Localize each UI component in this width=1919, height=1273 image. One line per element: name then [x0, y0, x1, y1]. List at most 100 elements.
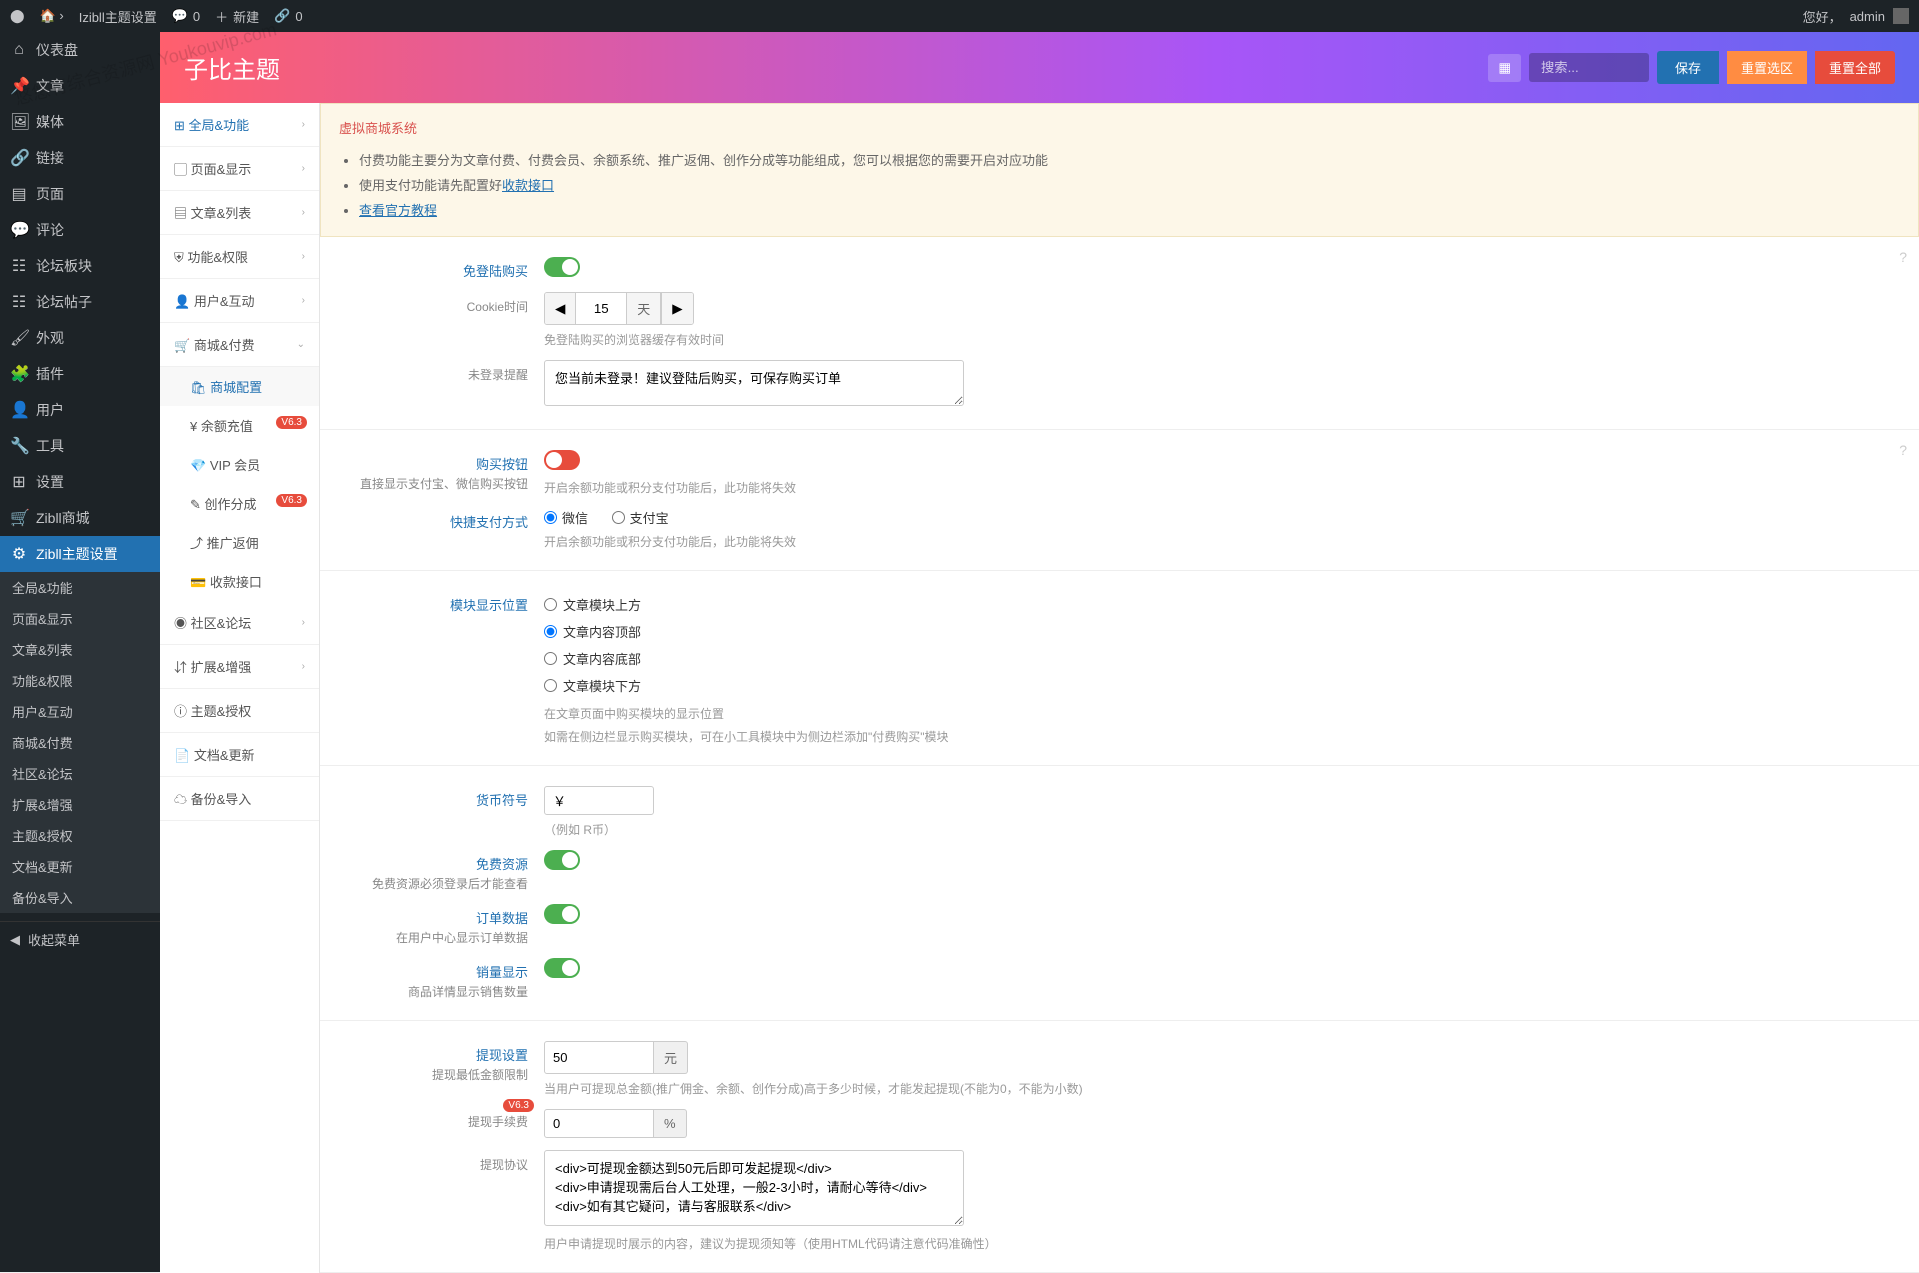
menu-forum-board[interactable]: ☷论坛板块 — [0, 248, 160, 284]
submenu-mall-pay[interactable]: 商城&付费 — [0, 727, 160, 758]
reset-all-button[interactable]: 重置全部 — [1815, 51, 1895, 84]
nav-backup[interactable]: ☁ 备份&导入 — [160, 777, 319, 821]
avatar[interactable] — [1893, 8, 1909, 24]
submenu-article-list[interactable]: 文章&列表 — [0, 634, 160, 665]
notlogin-textarea[interactable]: 您当前未登录！建议登陆后购买，可保存购买订单 — [544, 360, 964, 406]
menu-plugins[interactable]: 🧩插件 — [0, 356, 160, 392]
menu-links[interactable]: 🔗链接 — [0, 140, 160, 176]
payment-api-link[interactable]: 收款接口 — [502, 178, 554, 193]
grid-icon-button[interactable]: ▦ — [1488, 54, 1521, 82]
nav-article-list[interactable]: ▤ 文章&列表› — [160, 191, 319, 235]
nav-mall-pay[interactable]: 🛒 商城&付费⌄ — [160, 323, 319, 367]
menu-zibll-mall[interactable]: 🛒Zibll商城 — [0, 500, 160, 536]
withdraw-input[interactable] — [544, 1041, 654, 1074]
menu-users[interactable]: 👤用户 — [0, 392, 160, 428]
nav-balance[interactable]: ¥ 余额充值V6.3 — [160, 406, 319, 445]
username[interactable]: admin — [1850, 9, 1885, 24]
comments-link[interactable]: 💬 0 — [172, 8, 200, 24]
reset-section-button[interactable]: 重置选区 — [1727, 51, 1807, 84]
nav-theme-auth[interactable]: ⓘ 主题&授权 — [160, 689, 319, 733]
nav-payment-api[interactable]: 💳 收款接口 — [160, 562, 319, 601]
help-text: 当用户可提现总金额(推广佣金、余额、创作分成)高于多少时候，才能发起提现(不能为… — [544, 1080, 1895, 1097]
submenu-theme-auth[interactable]: 主题&授权 — [0, 820, 160, 851]
wp-sidebar: ⌂仪表盘 📌文章 🖼媒体 🔗链接 ▤页面 💬评论 ☷论坛板块 ☷论坛帖子 🖌外观… — [0, 32, 160, 1272]
nav-promo[interactable]: ⤴ 推广返佣 — [160, 523, 319, 562]
radio-pos4[interactable]: 文章模块下方 — [544, 672, 1895, 699]
menu-appearance[interactable]: 🖌外观 — [0, 320, 160, 356]
currency-input[interactable] — [544, 786, 654, 815]
search-input[interactable] — [1529, 53, 1649, 82]
buy-button-sub: 直接显示支付宝、微信购买按钮 — [344, 475, 528, 492]
menu-zibll-theme[interactable]: ⚙Zibll主题设置 — [0, 536, 160, 572]
help-text: 如需在侧边栏显示购买模块，可在小工具模块中为侧边栏添加"付费购买"模块 — [544, 728, 1895, 745]
admin-bar: ⬤ 🏠 › Izibll主题设置 💬 0 ＋ 新建 🔗 0 您好， admin — [0, 0, 1919, 32]
comment-icon: 💬 — [10, 220, 28, 240]
chevron-down-icon: ⌄ — [297, 339, 305, 350]
order-data-toggle[interactable] — [544, 904, 580, 924]
nav-mall-config[interactable]: 🛍 商城配置 — [160, 367, 319, 406]
chevron-right-icon: › — [302, 119, 305, 130]
order-data-sub: 在用户中心显示订单数据 — [344, 929, 528, 946]
sales-display-label: 销量显示 — [344, 962, 528, 981]
help-icon[interactable]: ? — [1899, 442, 1907, 458]
withdraw-fee-input[interactable] — [544, 1109, 654, 1138]
nav-vip[interactable]: 💎 VIP 会员 — [160, 445, 319, 484]
nav-function-perm[interactable]: ⛨ 功能&权限› — [160, 235, 319, 279]
submenu-page-display[interactable]: 页面&显示 — [0, 603, 160, 634]
site-link[interactable]: 🏠 › — [40, 8, 64, 24]
nav-extend[interactable]: ⇵ 扩展&增强› — [160, 645, 319, 689]
menu-pages[interactable]: ▤页面 — [0, 176, 160, 212]
menu-forum-post[interactable]: ☷论坛帖子 — [0, 284, 160, 320]
submenu-user-interact[interactable]: 用户&互动 — [0, 696, 160, 727]
menu-media[interactable]: 🖼媒体 — [0, 104, 160, 140]
radio-wechat[interactable]: 微信 — [544, 508, 588, 527]
submenu-global[interactable]: 全局&功能 — [0, 572, 160, 603]
chevron-right-icon: › — [302, 207, 305, 218]
radio-pos3[interactable]: 文章内容底部 — [544, 645, 1895, 672]
nav-page-display[interactable]: ▢ 页面&显示› — [160, 147, 319, 191]
radio-pos2[interactable]: 文章内容顶部 — [544, 618, 1895, 645]
menu-tools[interactable]: 🔧工具 — [0, 428, 160, 464]
cookie-time-input[interactable] — [576, 293, 626, 324]
post-icon: ☷ — [10, 292, 28, 312]
submenu-extend-enhance[interactable]: 扩展&增强 — [0, 789, 160, 820]
settings-nav: ⊞ 全局&功能› ▢ 页面&显示› ▤ 文章&列表› ⛨ 功能&权限› 👤 用户… — [160, 103, 320, 1273]
theme-header: 子比主题 ▦ 保存 重置选区 重置全部 — [160, 32, 1919, 103]
help-icon[interactable]: ? — [1899, 249, 1907, 265]
nav-global[interactable]: ⊞ 全局&功能› — [160, 103, 319, 147]
menu-comments[interactable]: 💬评论 — [0, 212, 160, 248]
submenu-doc-update[interactable]: 文档&更新 — [0, 851, 160, 882]
nav-creation[interactable]: ✎ 创作分成V6.3 — [160, 484, 319, 523]
settings-icon: ⊞ — [10, 472, 28, 492]
submenu-community-forum[interactable]: 社区&论坛 — [0, 758, 160, 789]
sales-display-toggle[interactable] — [544, 958, 580, 978]
guest-buy-toggle[interactable] — [544, 257, 580, 277]
unit-label: % — [654, 1109, 687, 1138]
wrench-icon: 🔧 — [10, 436, 28, 456]
nav-doc-update[interactable]: 📄 文档&更新 — [160, 733, 319, 777]
tutorial-link[interactable]: 查看官方教程 — [359, 203, 437, 218]
radio-pos1[interactable]: 文章模块上方 — [544, 591, 1895, 618]
new-link[interactable]: ＋ 新建 — [215, 7, 259, 26]
submenu-backup-import[interactable]: 备份&导入 — [0, 882, 160, 913]
site-title[interactable]: Izibll主题设置 — [79, 7, 157, 26]
buy-button-toggle[interactable] — [544, 450, 580, 470]
withdraw-agreement-textarea[interactable]: <div>可提现金额达到50元后即可发起提现</div> <div>申请提现需后… — [544, 1150, 964, 1226]
menu-settings[interactable]: ⊞设置 — [0, 464, 160, 500]
wp-logo-icon[interactable]: ⬤ — [10, 8, 25, 24]
help-text: 在文章页面中购买模块的显示位置 — [544, 705, 1895, 722]
collapse-menu[interactable]: ◀收起菜单 — [0, 921, 160, 957]
links-count[interactable]: 🔗 0 — [274, 8, 302, 24]
increment-button[interactable]: ▶ — [661, 293, 692, 324]
help-text: 用户申请提现时展示的内容，建议为提现须知等（使用HTML代码请注意代码准确性） — [544, 1235, 1895, 1252]
menu-posts[interactable]: 📌文章 — [0, 68, 160, 104]
decrement-button[interactable]: ◀ — [545, 293, 576, 324]
menu-dashboard[interactable]: ⌂仪表盘 — [0, 32, 160, 68]
cart-icon: 🛒 — [10, 508, 28, 528]
radio-alipay[interactable]: 支付宝 — [612, 508, 669, 527]
nav-user-interact[interactable]: 👤 用户&互动› — [160, 279, 319, 323]
nav-community[interactable]: ◉ 社区&论坛› — [160, 601, 319, 645]
save-button[interactable]: 保存 — [1657, 51, 1719, 84]
free-resource-toggle[interactable] — [544, 850, 580, 870]
submenu-function-perm[interactable]: 功能&权限 — [0, 665, 160, 696]
